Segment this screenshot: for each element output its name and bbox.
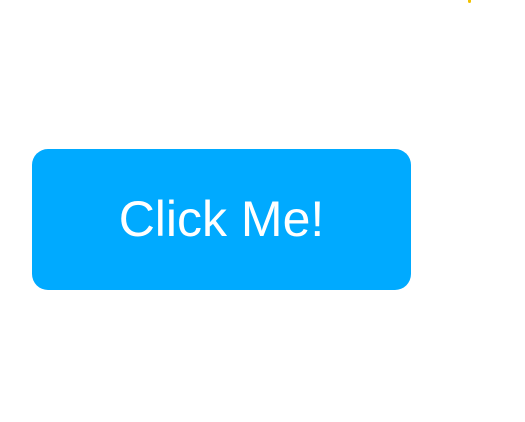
corner-accent-mark xyxy=(468,0,471,3)
click-me-button[interactable]: Click Me! xyxy=(32,149,411,290)
page-canvas: Click Me! xyxy=(0,0,525,422)
